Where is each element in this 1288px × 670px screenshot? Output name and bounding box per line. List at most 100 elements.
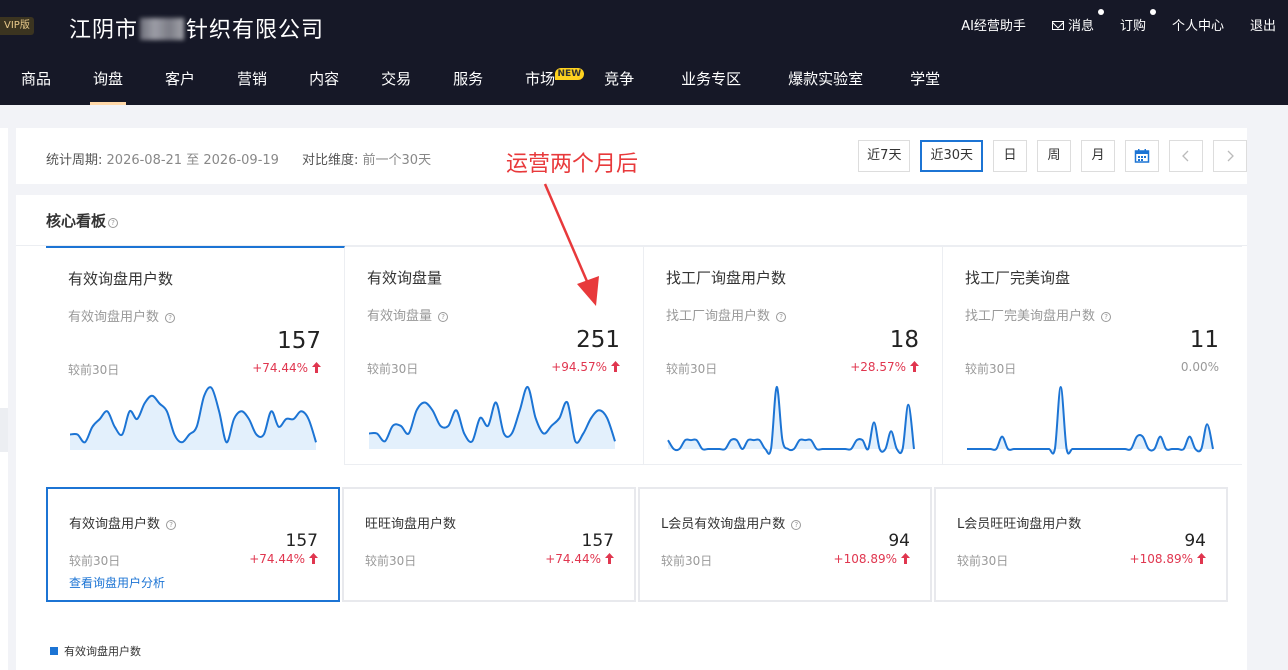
help-icon[interactable]: ?: [166, 520, 177, 530]
prev-period-button[interactable]: [1169, 140, 1203, 172]
company-name-suffix: 针织有限公司: [186, 18, 325, 43]
nav-item-content[interactable]: 内容: [288, 56, 360, 105]
nav-item-academy[interactable]: 学堂: [884, 56, 961, 105]
help-icon[interactable]: ?: [1101, 312, 1112, 322]
kpi-value: 251: [576, 327, 620, 353]
nav-item-competition[interactable]: 竞争: [576, 56, 655, 105]
metric-card[interactable]: L会员旺旺询盘用户数 94 较前30日 +108.89%: [934, 487, 1228, 602]
help-icon[interactable]: ?: [165, 313, 176, 323]
annotation-text: 运营两个月后: [506, 152, 639, 177]
last-30-days-button[interactable]: 近30天: [920, 140, 983, 172]
nav-item-hit-lab[interactable]: 爆款实验室: [762, 56, 884, 105]
period-end: 2026-09-19: [203, 153, 279, 168]
metric-compare-value: +108.89%: [834, 552, 910, 566]
view-inquiry-analysis-link[interactable]: 查看询盘用户分析: [69, 574, 165, 591]
week-button[interactable]: 周: [1037, 140, 1071, 172]
metric-card[interactable]: 有效询盘用户数 ? 157 较前30日 +74.44% 查看询盘用户分析: [46, 487, 340, 602]
notification-dot: [1097, 8, 1104, 15]
sparkline-area: [70, 387, 316, 450]
arrow-up-icon: [309, 553, 318, 564]
arrow-up-icon: [611, 361, 620, 372]
help-icon[interactable]: ?: [776, 312, 787, 322]
kpi-card[interactable]: 找工厂完美询盘 找工厂完美询盘用户数 ? 11 较前30日 0.00%: [943, 246, 1242, 465]
metric-compare-value: +108.89%: [1130, 552, 1206, 566]
ai-assistant-link[interactable]: AI经营助手: [961, 15, 1026, 34]
last-7-days-button[interactable]: 近7天: [858, 140, 911, 172]
nav-item-trade[interactable]: 交易: [360, 56, 432, 105]
arrow-up-icon: [1197, 553, 1206, 564]
kpi-compare-label: 较前30日: [965, 362, 1017, 376]
notification-dot: [1149, 8, 1156, 15]
order-link[interactable]: 订购: [1120, 8, 1156, 34]
sparkline-area: [369, 386, 615, 449]
kpi-compare-value: 0.00%: [1180, 360, 1219, 374]
kpi-compare-label: 较前30日: [666, 362, 718, 376]
kpi-subtitle: 有效询盘量 ?: [367, 305, 449, 324]
help-icon[interactable]: ?: [108, 218, 119, 228]
top-header: VIP版 江阴市 针织有限公司 AI经营助手 消息 订购 个人中心 退出 商品 询…: [0, 0, 1288, 105]
help-icon[interactable]: ?: [791, 520, 802, 530]
kpi-compare-value: +28.57%: [850, 360, 919, 374]
annotation-arrow: [543, 183, 599, 306]
metric-title: L会员旺旺询盘用户数: [957, 517, 1082, 532]
metric-card[interactable]: 旺旺询盘用户数 157 较前30日 +74.44%: [342, 487, 636, 602]
kpi-title: 有效询盘量: [367, 269, 443, 287]
kpi-compare-value: +74.44%: [252, 361, 321, 375]
nav-item-service[interactable]: 服务: [432, 56, 504, 105]
metric-title: 旺旺询盘用户数: [365, 517, 457, 532]
kpi-title: 有效询盘用户数: [68, 270, 174, 288]
arrow-up-icon: [312, 362, 321, 373]
board-title: 核心看板?: [46, 210, 119, 231]
next-period-button[interactable]: [1213, 140, 1247, 172]
kpi-card[interactable]: 有效询盘用户数 有效询盘用户数 ? 157 较前30日 +74.44%: [46, 246, 345, 465]
metric-title: 有效询盘用户数 ?: [69, 513, 177, 532]
kpi-card[interactable]: 找工厂询盘用户数 找工厂询盘用户数 ? 18 较前30日 +28.57%: [644, 246, 943, 465]
nav-item-business-zone[interactable]: 业务专区: [655, 56, 762, 105]
kpi-value: 11: [1189, 327, 1219, 353]
chevron-left-icon: [1182, 150, 1189, 162]
kpi-subtitle: 有效询盘用户数 ?: [68, 306, 176, 325]
nav-item-inquiries[interactable]: 询盘: [72, 56, 144, 105]
kpi-value: 157: [277, 328, 321, 354]
arrow-up-icon: [901, 553, 910, 564]
calendar-button[interactable]: [1125, 140, 1159, 172]
period-start: 2026-08-21: [106, 153, 183, 168]
nav-item-customers[interactable]: 客户: [144, 56, 216, 105]
sparkline-chart: [667, 385, 915, 455]
day-button[interactable]: 日: [993, 140, 1027, 172]
metric-card[interactable]: L会员有效询盘用户数 ? 94 较前30日 +108.89%: [638, 487, 932, 602]
sparkline-chart: [967, 385, 1214, 455]
messages-link[interactable]: 消息: [1051, 8, 1104, 34]
kpi-compare-label: 较前30日: [68, 363, 120, 377]
time-range-buttons: 近7天 近30天 日 周 月: [848, 140, 1247, 172]
metric-compare-label: 较前30日: [661, 554, 713, 568]
metric-compare-label: 较前30日: [957, 554, 1009, 568]
month-button[interactable]: 月: [1081, 140, 1115, 172]
kpi-row: 有效询盘用户数 有效询盘用户数 ? 157 较前30日 +74.44% 有效询盘…: [46, 246, 1243, 465]
profile-link[interactable]: 个人中心: [1172, 15, 1224, 34]
arrow-up-icon: [910, 361, 919, 372]
period-sep: 至: [186, 153, 200, 168]
nav-item-marketing[interactable]: 营销: [216, 56, 288, 105]
period-label: 统计周期: 2026-08-21 至 2026-09-19: [46, 153, 279, 168]
nav-item-products[interactable]: 商品: [0, 56, 72, 105]
metric-cards-row: 有效询盘用户数 ? 157 较前30日 +74.44% 查看询盘用户分析 旺旺询…: [46, 487, 1229, 602]
main-nav: 商品 询盘 客户 营销 内容 交易 服务 市场 NEW 竞争 业务专区 爆款实验室…: [0, 56, 961, 105]
company-name-prefix: 江阴市: [69, 18, 139, 43]
compare-value: 前一个30天: [362, 153, 432, 168]
sparkline-chart: [368, 385, 616, 449]
kpi-value: 18: [889, 327, 919, 353]
kpi-compare-value: +94.57%: [551, 360, 620, 374]
sparkline-area: [668, 386, 914, 454]
help-icon[interactable]: ?: [438, 312, 449, 322]
nav-item-market[interactable]: 市场 NEW: [504, 56, 585, 105]
metric-compare-label: 较前30日: [365, 554, 417, 568]
left-sidebar-edge: [0, 128, 8, 670]
top-links: AI经营助手 消息 订购 个人中心 退出: [961, 0, 1288, 48]
sparkline-area: [967, 387, 1213, 454]
arrow-up-icon: [605, 553, 614, 564]
logout-link[interactable]: 退出: [1250, 15, 1276, 34]
chart-legend[interactable]: 有效询盘用户数: [50, 643, 141, 659]
redacted-blur: [140, 18, 185, 40]
metric-value: 157: [285, 531, 318, 551]
